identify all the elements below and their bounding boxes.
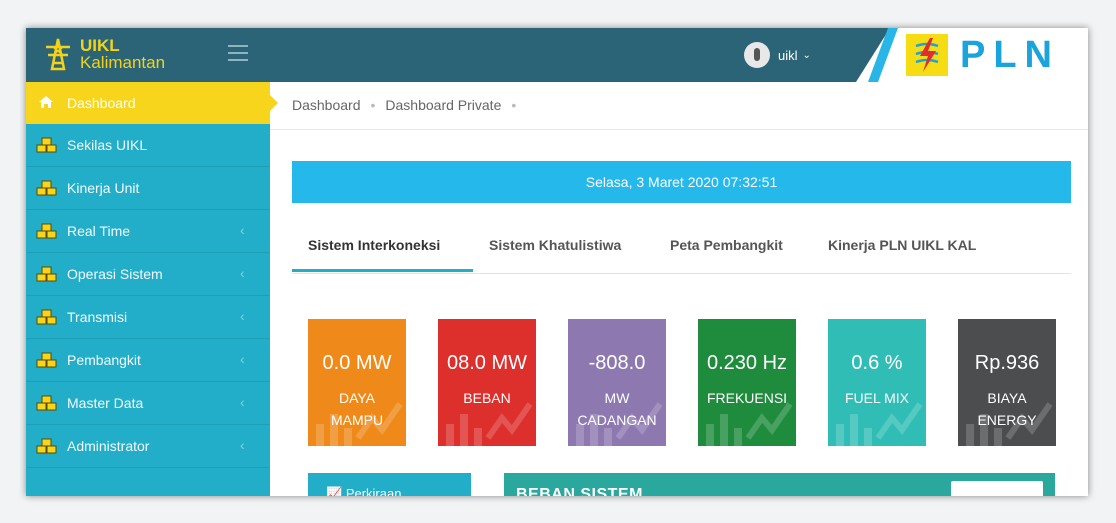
sidebar-item-label: Pembangkit [67, 352, 141, 368]
tile-caption: DAYA MAMPU [308, 387, 406, 431]
tile-beban[interactable]: 08.0 MW BEBAN [438, 319, 536, 446]
sidebar-item-administrator[interactable]: Administrator ‹ [26, 425, 270, 468]
sidebar-item-sekilas-uikl[interactable]: Sekilas UIKL [26, 124, 270, 167]
chevron-left-icon: ‹ [240, 265, 245, 281]
cubes-icon [36, 438, 57, 454]
tile-value: Rp.936 [974, 352, 1040, 374]
sidebar-item-label: Operasi Sistem [67, 266, 163, 282]
tile-caption-line1: FREKUENSI [706, 390, 788, 406]
breadcrumb-item-dashboard[interactable]: Dashboard [292, 97, 361, 113]
menu-toggle-button[interactable] [228, 45, 248, 61]
sidebar-item-label: Sekilas UIKL [67, 137, 148, 153]
brand-text: UIKL Kalimantan [80, 37, 165, 71]
tab-sistem-khatulistiwa[interactable]: Sistem Khatulistiwa [489, 237, 621, 253]
divider [270, 129, 1088, 130]
tile-caption-line1: BIAYA [987, 390, 1027, 406]
tab-peta-pembangkit[interactable]: Peta Pembangkit [670, 237, 783, 253]
cubes-icon [36, 137, 57, 153]
perkiraan-label: Perkiraan [345, 486, 402, 496]
breadcrumb-separator: • [370, 97, 376, 113]
tile-value: 0.0 MW [322, 352, 392, 374]
chevron-left-icon: ‹ [240, 394, 245, 410]
sidebar-item-label: Real Time [67, 223, 131, 239]
perkiraan-title: 📈 Perkiraan [326, 486, 401, 496]
tile-caption-line2: MAMPU [330, 412, 384, 428]
avatar [744, 42, 770, 68]
breadcrumb: Dashboard • Dashboard Private • [292, 97, 516, 113]
tile-caption: FREKUENSI [698, 387, 796, 409]
tile-caption-line1: FUEL MIX [844, 390, 910, 406]
sidebar-item-kinerja-unit[interactable]: Kinerja Unit [26, 167, 270, 210]
tile-caption: BIAYA ENERGY [958, 387, 1056, 431]
tile-value: 0.230 Hz [706, 352, 788, 374]
chart-line-icon: 📈 [326, 486, 343, 496]
beban-sistem-title: BEBAN SISTEM [516, 486, 643, 496]
tile-caption-line2: CADANGAN [577, 412, 657, 428]
tile-value: 0.6 % [851, 352, 903, 374]
tab-kinerja-pln-uikl-kal[interactable]: Kinerja PLN UIKL KAL [828, 237, 976, 253]
sidebar-item-label: Transmisi [67, 309, 128, 325]
cubes-icon [36, 223, 57, 239]
hamburger-bar [228, 52, 248, 54]
sidebar-item-label: Dashboard [67, 95, 136, 111]
brand-line2: Kalimantan [80, 53, 166, 72]
sidebar-item-dashboard[interactable]: Dashboard [26, 82, 278, 124]
top-header: UIKL Kalimantan uikl ⌄ PLN [26, 28, 1088, 82]
cubes-icon [36, 395, 57, 411]
user-menu[interactable]: uikl ⌄ [744, 42, 811, 68]
tile-caption-line1: MW [604, 390, 630, 406]
app-frame: UIKL Kalimantan uikl ⌄ PLN Dashboard Seki… [26, 28, 1088, 496]
tile-value: -808.0 [588, 352, 646, 374]
date-banner: Selasa, 3 Maret 2020 07:32:51 [292, 161, 1071, 203]
sidebar-item-pembangkit[interactable]: Pembangkit ‹ [26, 339, 270, 382]
tile-fuel-mix[interactable]: 0.6 % FUEL MIX [828, 319, 926, 446]
sidebar-item-operasi-sistem[interactable]: Operasi Sistem ‹ [26, 253, 270, 296]
transmission-tower-icon [40, 37, 76, 71]
tile-caption: FUEL MIX [828, 387, 926, 409]
tile-caption-line2: ENERGY [977, 412, 1037, 428]
sidebar-item-real-time[interactable]: Real Time ‹ [26, 210, 270, 253]
cubes-icon [36, 180, 57, 196]
sidebar-item-label: Kinerja Unit [67, 180, 140, 196]
cubes-icon [36, 309, 57, 325]
chevron-down-icon: ⌄ [802, 49, 811, 61]
user-name: uikl [778, 47, 798, 63]
perkiraan-panel: 📈 Perkiraan [308, 473, 471, 496]
tile-caption: BEBAN [438, 387, 536, 409]
main-content: Dashboard • Dashboard Private • Selasa, … [270, 82, 1088, 496]
breadcrumb-item-dashboard-private[interactable]: Dashboard Private [385, 97, 501, 113]
brand-line1: UIKL [80, 36, 120, 55]
tile-caption-line1: BEBAN [463, 390, 511, 406]
active-tab-indicator [292, 269, 473, 272]
breadcrumb-separator: • [511, 97, 517, 113]
chevron-left-icon: ‹ [240, 308, 245, 324]
pln-lightning-icon [906, 34, 948, 76]
tile-biaya-energy[interactable]: Rp.936 BIAYA ENERGY [958, 319, 1056, 446]
tile-frekuensi[interactable]: 0.230 Hz FREKUENSI [698, 319, 796, 446]
cubes-icon [36, 352, 57, 368]
chevron-left-icon: ‹ [240, 351, 245, 367]
hamburger-bar [228, 45, 248, 47]
pln-logo-text: PLN [960, 34, 1060, 76]
sidebar-item-transmisi[interactable]: Transmisi ‹ [26, 296, 270, 339]
tile-caption-line1: DAYA [338, 390, 376, 406]
tile-caption: MW CADANGAN [568, 387, 666, 431]
tile-daya-mampu[interactable]: 0.0 MW DAYA MAMPU [308, 319, 406, 446]
period-select[interactable] [951, 481, 1043, 496]
tab-sistem-interkoneksi[interactable]: Sistem Interkoneksi [308, 237, 440, 253]
sidebar-item-master-data[interactable]: Master Data ‹ [26, 382, 270, 425]
sidebar-item-label: Administrator [67, 438, 150, 454]
hamburger-bar [228, 59, 248, 61]
beban-sistem-panel: BEBAN SISTEM [504, 473, 1055, 496]
chevron-left-icon: ‹ [240, 222, 245, 238]
sidebar: Dashboard Sekilas UIKL Kinerja Unit Real Ti… [26, 82, 278, 496]
tile-cadangan[interactable]: -808.0 MW CADANGAN [568, 319, 666, 446]
sidebar-item-label: Master Data [67, 395, 144, 411]
home-icon [39, 96, 53, 108]
tab-bar: Sistem Interkoneksi Sistem Khatulistiwa … [292, 227, 1071, 274]
tile-value: 08.0 MW [446, 352, 528, 374]
chevron-left-icon: ‹ [240, 437, 245, 453]
cubes-icon [36, 266, 57, 282]
